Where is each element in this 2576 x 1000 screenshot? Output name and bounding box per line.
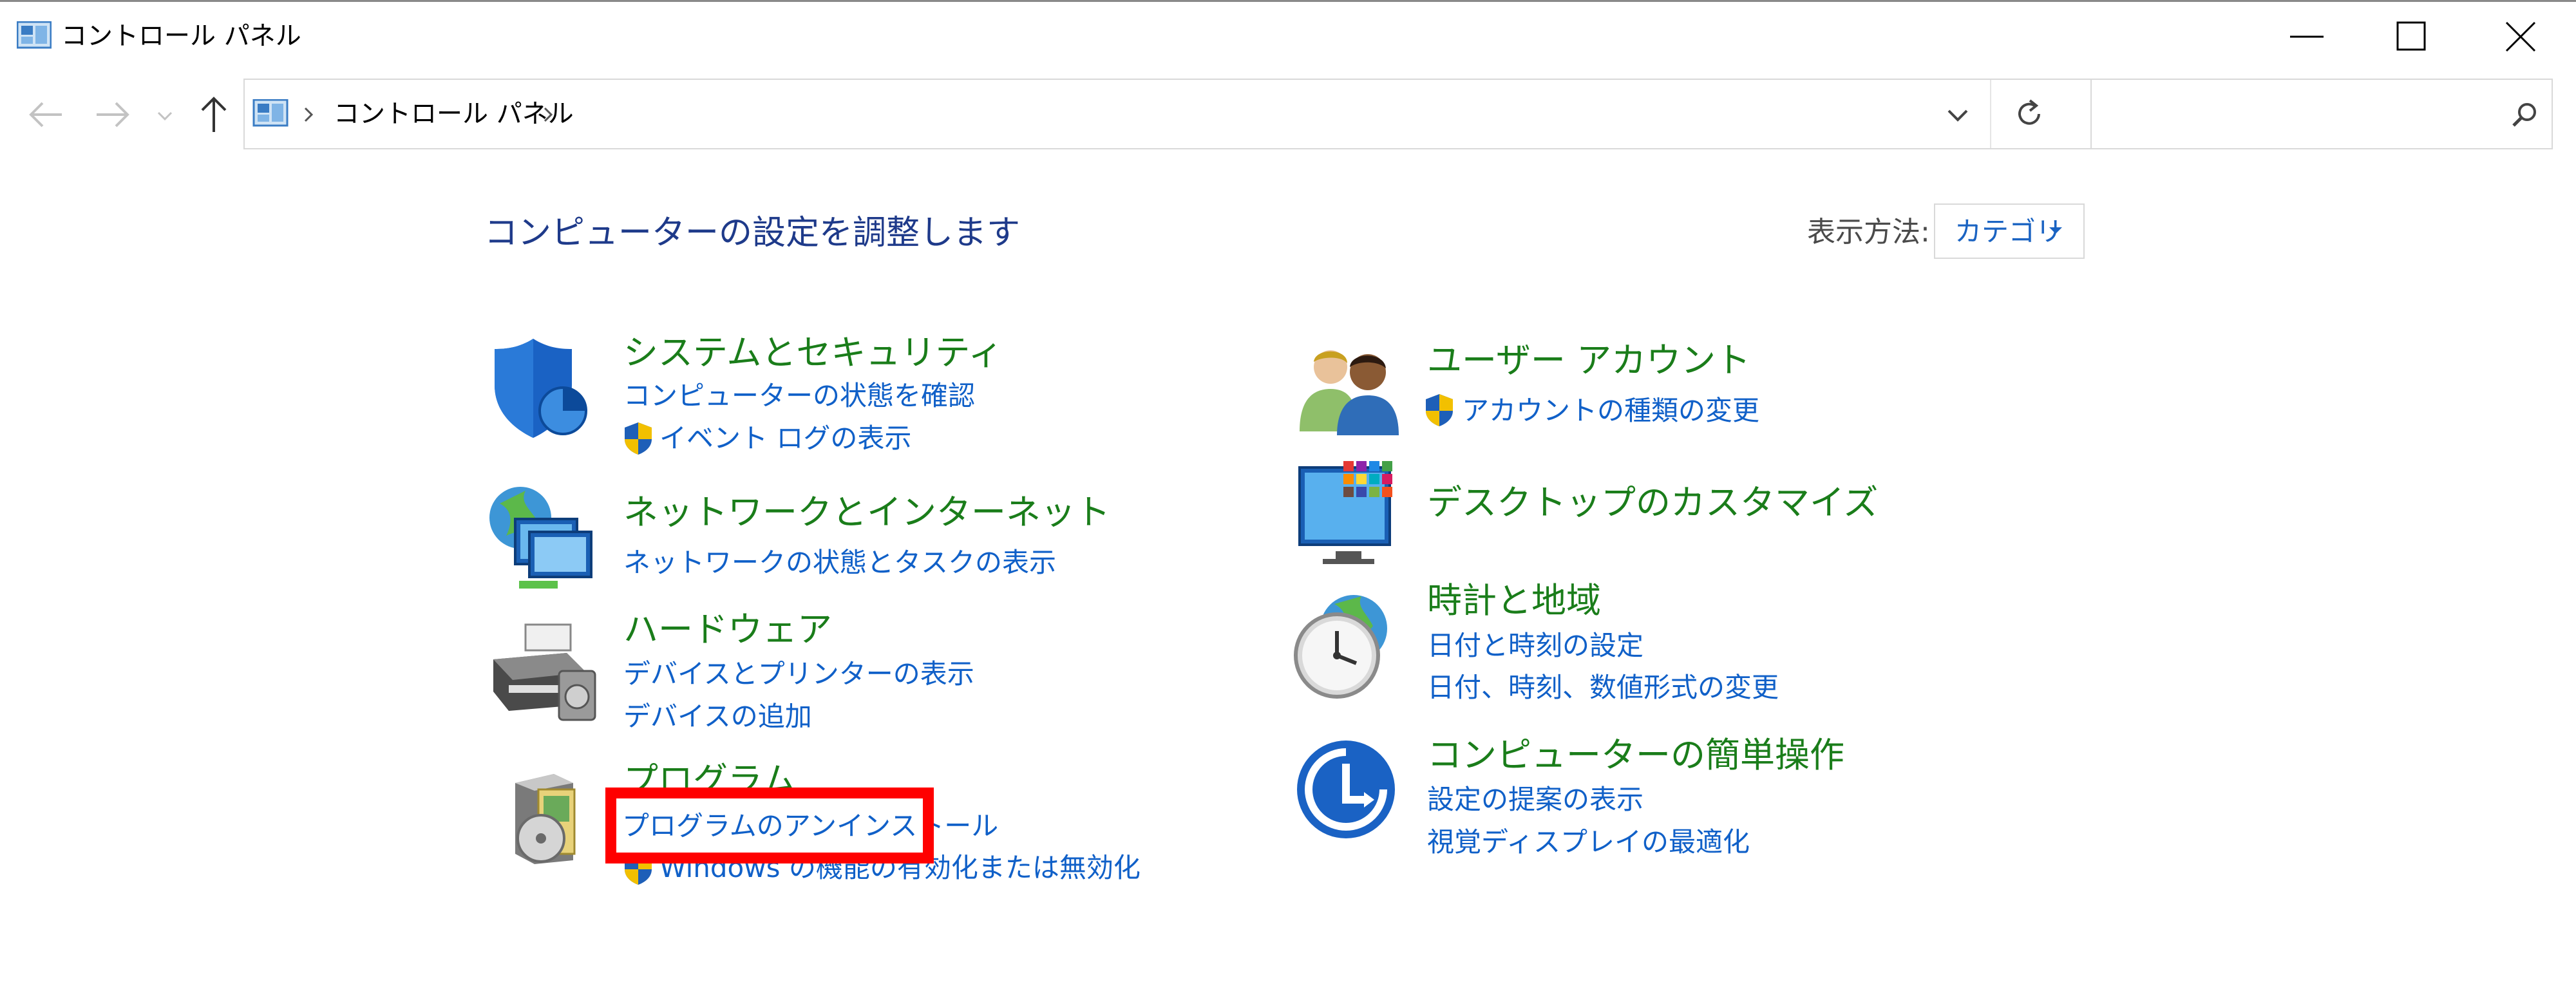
- address-bar[interactable]: コントロール パネル: [243, 79, 2179, 149]
- minimize-button[interactable]: [2253, 2, 2361, 69]
- search-icon: [2512, 103, 2536, 127]
- search-input[interactable]: [2098, 86, 2487, 143]
- category-desktop-customization[interactable]: デスクトップのカスタマイズ: [1427, 477, 1878, 529]
- search-box[interactable]: [2090, 79, 2553, 149]
- link-network-status-tasks[interactable]: ネットワークの状態とタスクの表示: [623, 543, 1056, 582]
- user-accounts-icon[interactable]: [1296, 341, 1405, 438]
- link-set-date-time[interactable]: 日付と時刻の設定: [1427, 627, 1643, 665]
- recent-locations-button[interactable]: [152, 87, 178, 142]
- uac-shield-icon: [1426, 394, 1453, 426]
- breadcrumb-control-panel[interactable]: コントロール パネル: [334, 95, 574, 133]
- close-button[interactable]: [2467, 2, 2575, 69]
- page-title: コンピューターの設定を調整します: [484, 214, 1021, 252]
- network-icon[interactable]: [487, 484, 596, 594]
- forward-button[interactable]: [89, 87, 135, 142]
- link-check-computer-status[interactable]: コンピューターの状態を確認: [623, 377, 975, 415]
- category-user-accounts[interactable]: ユーザー アカウント: [1427, 335, 1750, 386]
- system-security-icon[interactable]: [488, 335, 598, 444]
- title-bar: コントロール パネル: [0, 2, 2576, 69]
- hardware-icon[interactable]: [489, 621, 599, 724]
- link-devices-printers[interactable]: デバイスとプリンターの表示: [623, 655, 974, 693]
- link-change-formats[interactable]: 日付、時刻、数値形式の変更: [1427, 668, 1779, 707]
- highlight-box: [605, 788, 934, 863]
- up-button[interactable]: [191, 87, 237, 142]
- category-hardware[interactable]: ハードウェア: [623, 604, 832, 656]
- chevron-down-icon: [157, 111, 173, 121]
- up-arrow-icon: [201, 97, 227, 132]
- view-by-label: 表示方法:: [1807, 216, 1930, 249]
- view-by-select[interactable]: カテゴリ: [1934, 203, 2085, 259]
- dropdown-arrow-icon: [2049, 227, 2062, 234]
- maximize-button[interactable]: [2358, 2, 2466, 69]
- control-panel-icon: [252, 99, 289, 127]
- link-suggested-settings[interactable]: 設定の提案の表示: [1427, 780, 1643, 819]
- chevron-down-icon[interactable]: [1945, 106, 1971, 125]
- link-view-event-logs[interactable]: イベント ログの表示: [659, 419, 911, 458]
- link-change-account-type[interactable]: アカウントの種類の変更: [1462, 392, 1759, 430]
- close-icon: [2505, 21, 2536, 52]
- link-add-device[interactable]: デバイスの追加: [623, 697, 812, 736]
- minimize-icon: [2290, 35, 2324, 38]
- back-button[interactable]: [23, 87, 70, 142]
- refresh-button[interactable]: [1991, 80, 2067, 148]
- uac-shield-icon: [625, 422, 652, 455]
- desktop-customize-icon[interactable]: [1297, 458, 1406, 568]
- back-arrow-icon: [29, 102, 62, 127]
- category-system-security[interactable]: システムとセキュリティ: [623, 327, 1003, 379]
- forward-arrow-icon: [97, 102, 129, 127]
- programs-icon[interactable]: [502, 770, 599, 867]
- window-title: コントロール パネル: [61, 21, 301, 51]
- breadcrumb-separator-icon[interactable]: [540, 104, 556, 125]
- ease-of-access-icon[interactable]: [1294, 738, 1397, 841]
- breadcrumb-separator-icon[interactable]: [300, 104, 317, 125]
- maximize-icon: [2396, 21, 2426, 51]
- clock-region-icon[interactable]: [1289, 591, 1399, 701]
- control-panel-icon: [17, 21, 52, 49]
- category-ease-of-access[interactable]: コンピューターの簡単操作: [1427, 730, 1844, 781]
- category-network-internet[interactable]: ネットワークとインターネット: [623, 487, 1110, 538]
- refresh-icon: [2018, 99, 2040, 125]
- link-optimize-visual-display[interactable]: 視覚ディスプレイの最適化: [1427, 823, 1750, 862]
- view-by-value: カテゴリ: [1955, 216, 2063, 247]
- category-clock-region[interactable]: 時計と地域: [1427, 575, 1601, 627]
